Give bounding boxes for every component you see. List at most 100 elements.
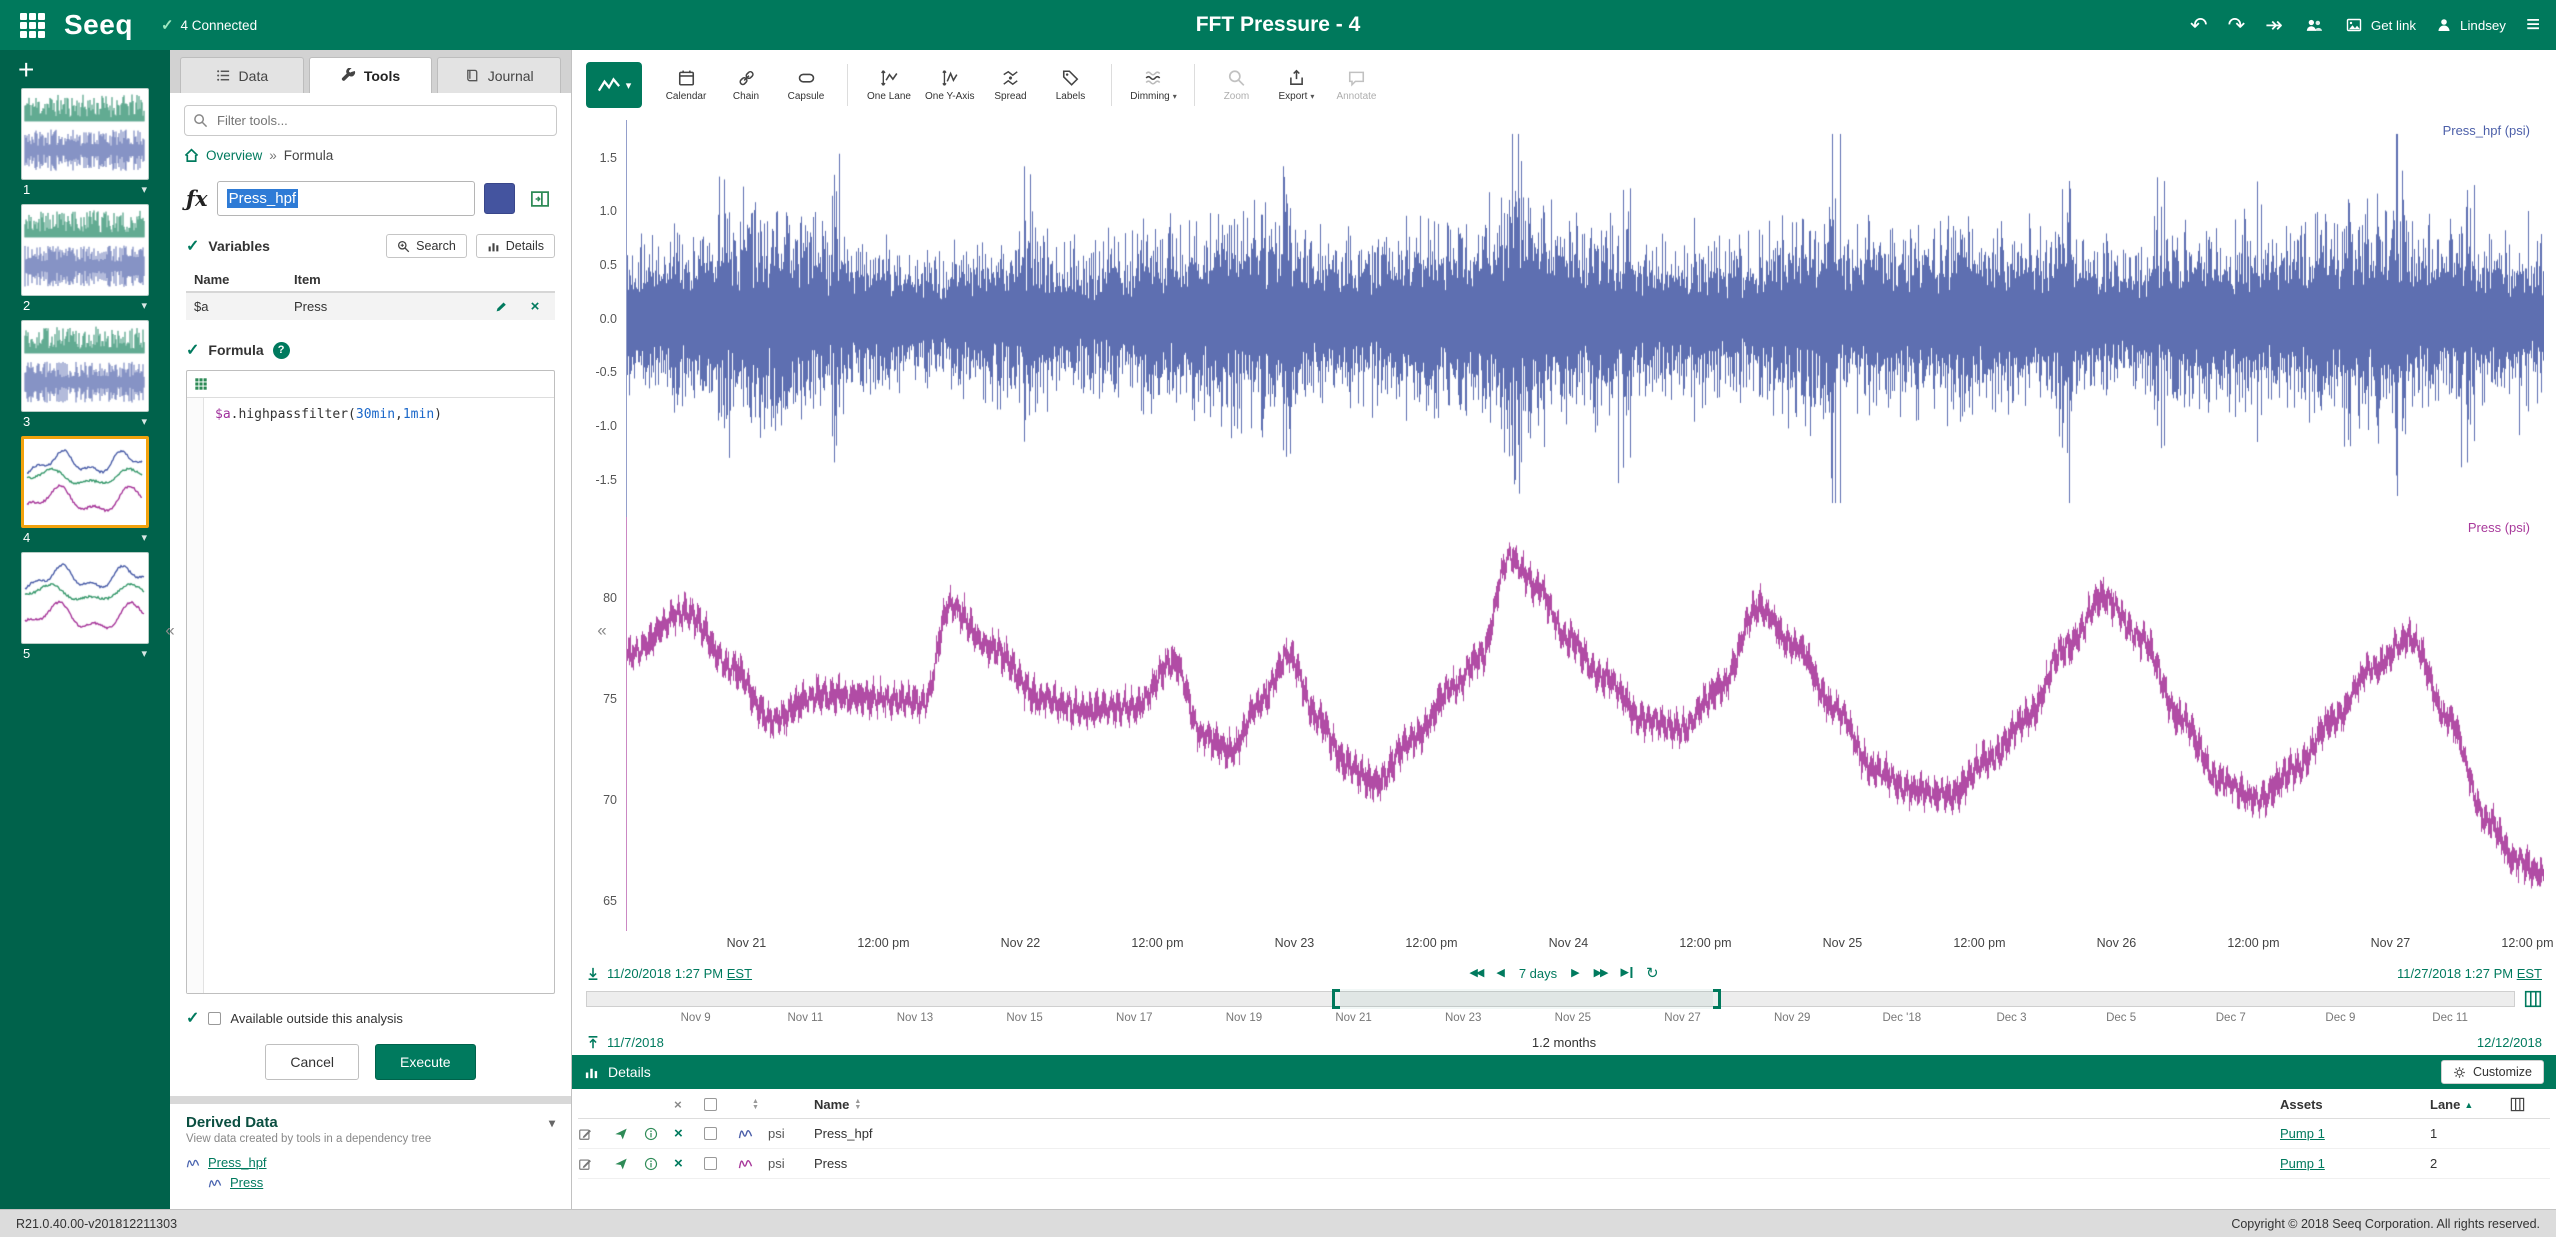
- variables-details-button[interactable]: Details: [476, 234, 555, 258]
- add-worksheet-button[interactable]: +: [14, 54, 38, 86]
- name-header[interactable]: Name▲▼: [814, 1097, 2280, 1112]
- worksheet-thumbnail[interactable]: [21, 552, 149, 644]
- overview-end-date[interactable]: 12/12/2018: [2477, 1035, 2542, 1050]
- available-checkbox[interactable]: [208, 1012, 221, 1025]
- item-name[interactable]: Press: [814, 1156, 2280, 1171]
- undo-icon[interactable]: ↶: [2190, 15, 2208, 36]
- remove-all-icon[interactable]: ×: [674, 1097, 704, 1112]
- home-icon[interactable]: [184, 148, 199, 163]
- edit-variable-icon[interactable]: [495, 300, 523, 313]
- add-column-icon[interactable]: [2510, 1097, 2550, 1112]
- redo-all-icon[interactable]: ↠: [2265, 15, 2283, 36]
- chevron-down-icon[interactable]: ▾: [141, 531, 147, 544]
- asset-link[interactable]: Pump 1: [2280, 1156, 2325, 1171]
- collapse-panel-icon[interactable]: «: [597, 621, 606, 638]
- tool-labels[interactable]: Labels: [1042, 65, 1098, 106]
- worksheet-thumbnail[interactable]: [21, 88, 149, 180]
- refresh-icon[interactable]: ↻: [1646, 966, 1659, 981]
- sort-icon[interactable]: ▲▼: [743, 1099, 768, 1111]
- item-name[interactable]: Press_hpf: [814, 1126, 2280, 1141]
- duration-button[interactable]: 7 days: [1519, 966, 1557, 981]
- color-swatch-button[interactable]: [484, 183, 515, 214]
- x-axis[interactable]: Nov 2112:00 pmNov 2212:00 pmNov 2312:00 …: [626, 931, 2544, 958]
- tool-calendar[interactable]: Calendar: [658, 65, 714, 106]
- redo-icon[interactable]: ↷: [2228, 15, 2246, 36]
- chevron-down-icon[interactable]: ▾: [141, 183, 147, 196]
- worksheet-thumbnail-active[interactable]: [21, 436, 149, 528]
- step-forward-fast-icon[interactable]: ▶▶: [1594, 968, 1607, 979]
- chevron-down-icon[interactable]: ▾: [141, 299, 147, 312]
- info-icon[interactable]: [644, 1127, 674, 1141]
- y-axis-press-hpf[interactable]: 1.51.00.50.0-0.5-1.0-1.5: [572, 120, 626, 517]
- chevron-down-icon[interactable]: ▾: [141, 647, 147, 660]
- formula-name-input[interactable]: Press_hpf: [217, 181, 475, 216]
- help-icon[interactable]: ?: [273, 342, 290, 359]
- info-icon[interactable]: [644, 1157, 674, 1171]
- cancel-button[interactable]: Cancel: [265, 1044, 359, 1080]
- apps-grid-icon[interactable]: [16, 9, 48, 41]
- asset-link[interactable]: Pump 1: [2280, 1126, 2325, 1141]
- step-to-end-icon[interactable]: ▶: [1621, 967, 1632, 978]
- selection-right-handle[interactable]: [1713, 989, 1721, 1009]
- tab-tools[interactable]: Tools: [309, 57, 433, 93]
- range-start[interactable]: 11/20/2018 1:27 PM EST: [607, 966, 752, 981]
- tab-journal[interactable]: Journal: [437, 57, 561, 93]
- formula-code[interactable]: $a.highpassfilter(30min,1min): [204, 398, 453, 993]
- variables-search-button[interactable]: Search: [386, 234, 467, 258]
- tab-data[interactable]: Data: [180, 57, 304, 93]
- tool-chain[interactable]: Chain: [718, 65, 774, 106]
- tool-export[interactable]: Export▾: [1268, 65, 1324, 106]
- step-back-fast-icon[interactable]: ◀◀: [1469, 968, 1482, 979]
- range-end[interactable]: 11/27/2018 1:27 PM EST: [2397, 966, 2542, 981]
- press-series-plot[interactable]: [627, 517, 2544, 931]
- overview-start-date[interactable]: 11/7/2018: [607, 1035, 664, 1050]
- navigate-icon[interactable]: [614, 1157, 644, 1171]
- trend-view-button[interactable]: ▾: [586, 62, 642, 108]
- play-icon[interactable]: ▶: [1571, 968, 1579, 979]
- navigate-icon[interactable]: [614, 1127, 644, 1141]
- timeline-selection[interactable]: [1334, 989, 1720, 1009]
- chevron-down-icon[interactable]: ▾: [549, 1116, 555, 1130]
- worksheet-thumbnail[interactable]: [21, 204, 149, 296]
- split-panes-icon[interactable]: [524, 183, 555, 214]
- insert-table-icon[interactable]: [194, 377, 208, 391]
- connection-status[interactable]: ✓ 4 Connected: [161, 16, 257, 34]
- timeline-options-icon[interactable]: [2524, 990, 2542, 1008]
- hamburger-menu-icon[interactable]: ≡: [2526, 11, 2540, 39]
- select-all-checkbox[interactable]: [704, 1098, 717, 1111]
- get-link-button[interactable]: Get link: [2345, 17, 2416, 33]
- lane-header[interactable]: Lane▲: [2430, 1097, 2510, 1112]
- assets-header[interactable]: Assets: [2280, 1097, 2430, 1112]
- remove-item-icon[interactable]: ×: [674, 1126, 704, 1141]
- lane-number[interactable]: 2: [2430, 1156, 2510, 1171]
- tool-spread[interactable]: Spread: [982, 65, 1038, 106]
- customize-button[interactable]: Customize: [2441, 1060, 2544, 1084]
- tool-capsule[interactable]: Capsule: [778, 65, 834, 106]
- tool-one-y-axis[interactable]: One Y-Axis: [921, 65, 978, 106]
- lane-number[interactable]: 1: [2430, 1126, 2510, 1141]
- user-menu-button[interactable]: Lindsey: [2436, 17, 2506, 33]
- derived-item-link[interactable]: Press_hpf: [208, 1155, 267, 1170]
- users-icon[interactable]: [2303, 17, 2325, 34]
- filter-tools-input[interactable]: [184, 105, 557, 136]
- tool-one-lane[interactable]: One Lane: [861, 65, 917, 106]
- y-axis-press[interactable]: 80757065: [572, 517, 626, 931]
- timeline-track[interactable]: [586, 991, 2515, 1007]
- worksheet-thumbnail[interactable]: [21, 320, 149, 412]
- edit-properties-icon[interactable]: [578, 1127, 614, 1141]
- collapse-worksheets-icon[interactable]: «: [165, 621, 174, 638]
- overview-duration[interactable]: 1.2 months: [1532, 1035, 1596, 1050]
- derived-item-link[interactable]: Press: [230, 1175, 263, 1190]
- breadcrumb-overview-link[interactable]: Overview: [206, 148, 262, 163]
- tool-dimming[interactable]: Dimming▾: [1125, 65, 1181, 106]
- remove-item-icon[interactable]: ×: [674, 1156, 704, 1171]
- execute-button[interactable]: Execute: [375, 1044, 476, 1080]
- selection-left-handle[interactable]: [1332, 989, 1340, 1009]
- edit-properties-icon[interactable]: [578, 1157, 614, 1171]
- row-checkbox[interactable]: [704, 1127, 717, 1140]
- press-hpf-series-plot[interactable]: [627, 120, 2544, 517]
- row-checkbox[interactable]: [704, 1157, 717, 1170]
- remove-variable-icon[interactable]: ×: [523, 299, 547, 314]
- chevron-down-icon[interactable]: ▾: [141, 415, 147, 428]
- step-back-icon[interactable]: ◀: [1496, 968, 1504, 979]
